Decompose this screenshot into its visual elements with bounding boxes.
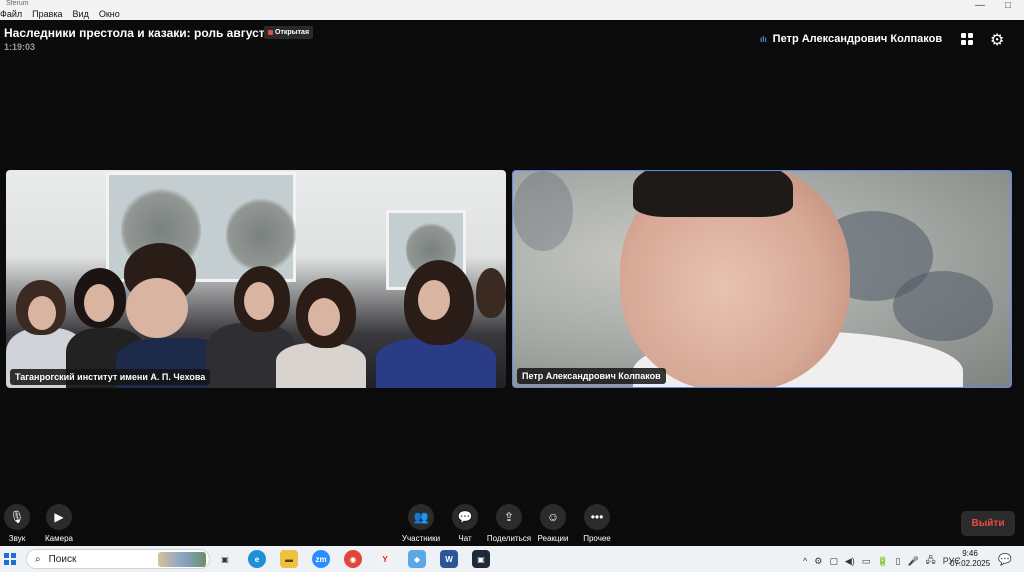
network-icon[interactable]: 🖧 [926,553,936,569]
video-tile-classroom[interactable]: Таганрогский институт имени А. П. Чехова [6,170,506,388]
app-title: Sferum [6,0,29,7]
active-speaker: ılı Петр Александрович Колпаков [760,33,942,45]
camera-control[interactable]: ▶ Камера [31,504,87,543]
sound-label: Звук [8,534,26,543]
task-view-icon[interactable]: ▣ [216,550,234,568]
notification-icon[interactable]: 💬 [998,553,1012,566]
menu-view[interactable]: Вид [73,9,89,19]
taskbar-search[interactable]: ⌕ Поиск [26,549,210,569]
call-controls: 🎙 Звук ▶ Камера 👥 Участники 💬 Чат ⇪ Поде… [0,500,1024,546]
tray-overflow-icon[interactable]: ^ [803,556,807,566]
open-lock-icon [268,30,273,35]
tray-device-icon[interactable]: ▯ [895,556,900,567]
chat-label: Чат [458,534,472,543]
tile-label-speaker: Петр Александрович Колпаков [517,368,666,384]
file-explorer-icon[interactable]: ▬ [280,550,298,568]
video-app-icon[interactable]: ▣ [472,550,490,568]
menu-edit[interactable]: Правка [32,9,62,19]
tile-label-classroom: Таганрогский институт имени А. П. Чехова [10,369,211,385]
participants-label: Участники [401,534,441,543]
window-title-bar: Sferum Файл Правка Вид Окно — □ [0,0,1024,20]
microphone-tray-icon[interactable]: 🎤 [907,556,918,567]
tray-settings-icon[interactable]: ⚙ [814,556,822,567]
system-tray: ^ ⚙ ▢ ◀) ▭ 🔋 ▯ 🎤 🖧 РУС [803,553,961,569]
minimize-button[interactable]: — [975,0,985,11]
menu-window[interactable]: Окно [99,9,120,19]
more-control[interactable]: ••• Прочее [569,504,625,543]
exit-call-button[interactable]: Выйти [961,511,1015,536]
people-icon[interactable]: 👥 [408,504,434,530]
battery-icon[interactable]: 🔋 [877,556,888,567]
tray-app-icon[interactable]: ▢ [829,556,838,567]
edge-icon[interactable]: e [248,550,266,568]
layout-grid-icon[interactable] [961,33,973,45]
microphone-icon[interactable]: 🎙 [4,504,30,530]
open-status-badge: Открытая [264,26,314,39]
audio-level-icon: ılı [760,34,767,44]
active-speaker-name: Петр Александрович Колпаков [772,33,943,45]
video-tile-speaker[interactable]: Петр Александрович Колпаков [512,170,1012,388]
menu-bar: Файл Правка Вид Окно [0,9,120,19]
taskbar-clock[interactable]: 9:46 07.02.2025 [950,549,990,569]
meeting-title: Наследники престола и казаки: роль авгус… [4,26,289,40]
app-icon[interactable]: ◆ [408,550,426,568]
windows-start-icon[interactable] [4,553,16,565]
camera-label: Камера [45,534,73,543]
menu-file[interactable]: Файл [0,9,22,19]
more-label: Прочее [583,534,611,543]
smiley-icon[interactable]: ☺ [540,504,566,530]
reactions-label: Реакции [537,534,569,543]
chrome-icon[interactable]: ◉ [344,550,362,568]
video-camera-icon[interactable]: ▶ [46,504,72,530]
volume-icon[interactable]: ◀) [845,556,855,567]
clock-time: 9:46 [962,549,978,558]
search-label: Поиск [48,553,77,565]
windows-taskbar: ⌕ Поиск ▣ e ▬ zm ◉ Y ◆ W ▣ ^ ⚙ ▢ ◀) ▭ 🔋 … [0,546,1024,572]
meeting-header: Наследники престола и казаки: роль авгус… [0,20,1024,60]
more-dots-icon[interactable]: ••• [584,504,610,530]
search-highlight-image [158,552,206,567]
maximize-button[interactable]: □ [1005,0,1011,11]
chat-bubble-icon[interactable]: 💬 [452,504,478,530]
clock-date: 07.02.2025 [950,559,991,568]
speaker-hair [633,171,793,217]
badge-label: Открытая [275,29,310,36]
word-icon[interactable]: W [440,550,458,568]
call-timer: 1:19:03 [4,42,36,52]
search-icon: ⌕ [35,553,41,565]
zoom-icon[interactable]: zm [312,550,330,568]
share-screen-icon[interactable]: ⇪ [496,504,522,530]
yandex-browser-icon[interactable]: Y [376,550,394,568]
settings-gear-icon[interactable]: ⚙ [990,30,1004,50]
tray-display-icon[interactable]: ▭ [862,556,871,567]
